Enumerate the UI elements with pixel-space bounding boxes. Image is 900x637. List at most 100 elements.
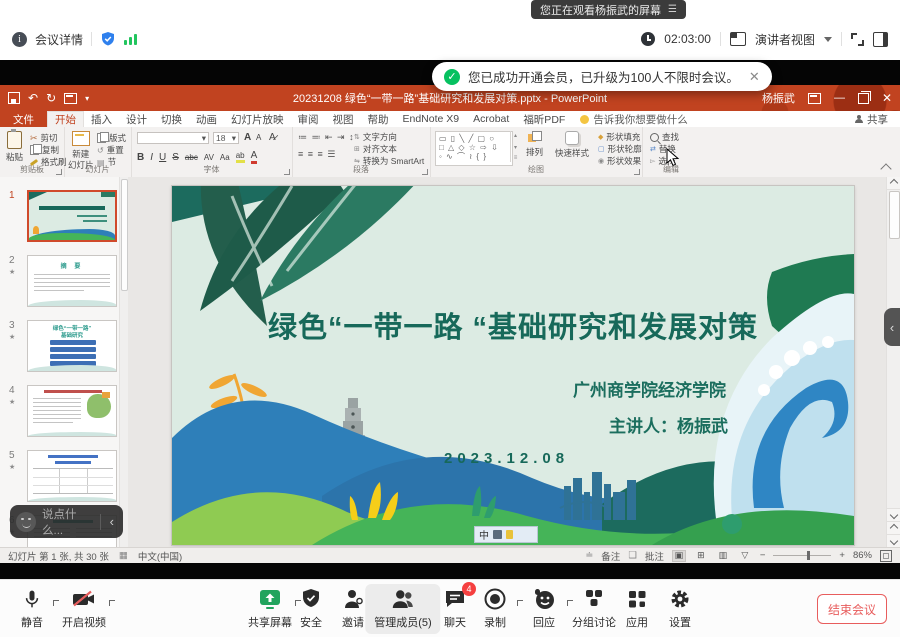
tab-insert[interactable]: 插入 (84, 111, 119, 127)
scrollbar-thumb[interactable] (121, 179, 128, 291)
find-button[interactable]: 查找 (650, 131, 679, 143)
tell-me-box[interactable]: 告诉我你想要做什么 (572, 111, 696, 127)
cut-button[interactable]: ✂剪切 (30, 132, 67, 144)
watching-banner[interactable]: 您正在观看杨振武的屏幕 ☰ (531, 0, 686, 19)
chat-quick-input[interactable]: 说点什么... ‹ (10, 505, 123, 538)
fit-to-window-icon[interactable] (880, 550, 892, 562)
tab-home[interactable]: 开始 (47, 111, 84, 127)
strike-button[interactable]: S (172, 152, 179, 163)
qat-caret-icon[interactable]: ▾ (85, 94, 89, 103)
current-slide[interactable]: 绿色“一带一路 “基础研究和发展对策 广州商学院经济学院 主讲人：杨振武 202… (172, 186, 854, 545)
record-options-chevron[interactable] (517, 600, 523, 606)
zoom-level[interactable]: 86% (853, 550, 872, 561)
slide-organization[interactable]: 广州商学院经济学院 (573, 376, 726, 401)
slide-thumbnail-5[interactable] (27, 450, 117, 502)
ribbon-options-icon[interactable] (808, 93, 821, 104)
highlight-button[interactable]: ab (236, 151, 245, 163)
shapes-gallery[interactable]: ▭ ▯ ╲ ╱ ▢ ○ □ △ ◇ ☆ ⇨ ⇩ ◦ ∿ ⌒ ≀ { } (435, 131, 513, 166)
chat-button[interactable]: 4 聊天 (443, 587, 467, 630)
mute-button[interactable]: 静音 (21, 587, 43, 630)
breakout-rooms-button[interactable]: 分组讨论 (572, 587, 616, 630)
align-text-button[interactable]: ⊞对齐文本 (354, 143, 424, 155)
fullscreen-icon[interactable] (851, 33, 864, 46)
slide-scrollbar[interactable] (886, 177, 900, 547)
tab-design[interactable]: 设计 (119, 111, 154, 127)
toast-close-icon[interactable]: ✕ (749, 69, 760, 85)
manage-members-button[interactable]: 管理成员(5) (365, 584, 440, 634)
ime-toolbar[interactable]: 中 (474, 526, 538, 543)
bullet-buttons[interactable]: ≔ ≕ ⇤ ⇥ ↕ (298, 132, 355, 143)
record-button[interactable]: 录制 (483, 587, 507, 630)
slide-speaker[interactable]: 主讲人：杨振武 (609, 412, 728, 437)
sidebar-collapse-tab[interactable]: ‹ (884, 308, 900, 346)
restore-window-icon[interactable] (858, 93, 869, 104)
share-button[interactable]: 共享 (855, 111, 900, 127)
slide-title[interactable]: 绿色“一带一路 “基础研究和发展对策 (172, 304, 854, 346)
shape-outline-button[interactable]: ▢形状轮廓 (598, 143, 642, 155)
speaker-view-icon[interactable] (730, 32, 746, 46)
security-shield-icon[interactable] (100, 31, 116, 47)
comments-toggle[interactable]: 批注 (645, 549, 664, 563)
shapes-scrollbar[interactable]: ▴▾≡ (510, 131, 520, 162)
text-direction-button[interactable]: ⇅文字方向 (354, 131, 424, 143)
quick-styles-button[interactable]: 快速样式 (555, 131, 589, 159)
collapse-ribbon-button[interactable] (880, 163, 891, 174)
scroll-down-button[interactable] (887, 508, 900, 521)
font-name-select[interactable]: ▾ (137, 132, 209, 144)
bold-button[interactable]: B (137, 152, 144, 163)
copy-button[interactable]: 复制 (30, 144, 67, 156)
share-screen-button[interactable]: 共享屏幕 (248, 587, 292, 630)
undo-icon[interactable]: ↶ (28, 91, 38, 105)
tab-help[interactable]: 帮助 (361, 111, 396, 127)
slideshow-view-button[interactable]: ▽ (738, 550, 752, 562)
end-meeting-button[interactable]: 结束会议 (817, 594, 887, 624)
tab-review[interactable]: 审阅 (291, 111, 326, 127)
grow-font-button[interactable]: A (244, 132, 251, 143)
underline-button[interactable]: U (159, 152, 166, 163)
thumbnail-scrollbar[interactable] (119, 177, 128, 547)
zoom-slider[interactable] (773, 555, 831, 556)
invite-button[interactable]: 邀请 (342, 587, 364, 630)
reset-button[interactable]: ↺重置 (97, 144, 126, 156)
shape-fill-button[interactable]: ◆形状填充 (598, 131, 642, 143)
security-button[interactable]: 安全 (300, 587, 322, 630)
paste-button[interactable]: 粘贴 (6, 131, 23, 163)
normal-view-button[interactable]: ▣ (672, 550, 686, 562)
arrange-button[interactable]: 排列 (526, 131, 543, 158)
zoom-in-button[interactable]: + (839, 550, 845, 561)
italic-button[interactable]: I (150, 152, 153, 163)
dialog-launcher[interactable] (634, 169, 640, 175)
tab-animations[interactable]: 动画 (189, 111, 224, 127)
align-buttons[interactable]: ≡ ≡ ≡ ☰ (298, 149, 336, 160)
change-case-button[interactable]: Aa (220, 153, 230, 162)
settings-button[interactable]: 设置 (668, 587, 692, 630)
save-icon[interactable] (8, 92, 20, 104)
slide-thumbnail-2[interactable]: 摘 要 (27, 255, 117, 307)
emoji-icon[interactable] (16, 512, 36, 532)
previous-slide-button[interactable] (887, 521, 900, 534)
tab-file[interactable]: 文件 (0, 111, 47, 127)
chat-collapse-icon[interactable]: ‹ (107, 514, 117, 529)
char-spacing-button[interactable]: AV (204, 153, 214, 162)
tab-endnote[interactable]: EndNote X9 (396, 111, 467, 127)
slide-thumbnail-4[interactable] (27, 385, 117, 437)
scrollbar-thumb[interactable] (889, 191, 900, 239)
chat-input[interactable]: 说点什么... (42, 506, 94, 538)
tab-acrobat[interactable]: Acrobat (466, 111, 516, 127)
redo-icon[interactable]: ↻ (46, 91, 56, 105)
react-button[interactable]: 回应 (532, 587, 556, 630)
slide-thumbnail-1[interactable] (27, 190, 117, 242)
notes-toggle[interactable]: 备注 (601, 549, 620, 563)
zoom-out-button[interactable]: − (760, 550, 766, 561)
shadow-button[interactable]: abc (185, 153, 198, 162)
start-video-button[interactable]: 开启视频 (62, 587, 106, 630)
scroll-up-button[interactable] (887, 177, 900, 190)
view-mode-selector[interactable]: 演讲者视图 (755, 31, 815, 48)
tab-slideshow[interactable]: 幻灯片放映 (224, 111, 291, 127)
account-name[interactable]: 杨振武 (762, 90, 795, 106)
mute-options-chevron[interactable] (53, 600, 59, 606)
minimize-icon[interactable]: — (834, 92, 845, 104)
font-color-button[interactable]: A (251, 150, 258, 164)
reading-view-button[interactable]: ▥ (716, 550, 730, 562)
clear-format-button[interactable]: A̷ (269, 132, 276, 143)
